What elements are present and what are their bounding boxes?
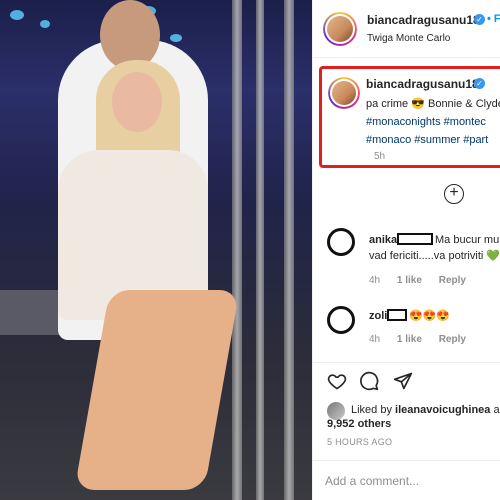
caption-hashtags[interactable]: #monaconights #montec #monaco #summer #p… (366, 116, 488, 146)
comment-likes[interactable]: 1 like (397, 275, 422, 286)
reply-button[interactable]: Reply (439, 334, 466, 345)
commenter-avatar[interactable] (327, 228, 355, 256)
post-side-panel: biancadragusanu18 ✓ • F Twiga Monte Carl… (312, 0, 500, 500)
author-avatar[interactable] (323, 12, 357, 46)
caption-highlight-box: biancadragusanu18 ✓ pa crime 😎 Bonnie & … (319, 66, 500, 168)
send-icon[interactable] (393, 371, 413, 391)
comment-username[interactable]: zoli (369, 310, 387, 322)
photo-woman-face (112, 72, 162, 132)
liked-by-user[interactable]: ileanavoicughinea (395, 404, 490, 416)
decor-light (170, 34, 182, 42)
decor-light (10, 10, 24, 20)
instagram-post-view: biancadragusanu18 ✓ • F Twiga Monte Carl… (0, 0, 500, 500)
caption-username[interactable]: biancadragusanu18 (366, 77, 479, 91)
decor-pillar (256, 0, 264, 500)
caption-body: pa crime 😎 Bonnie & Clyde (366, 98, 500, 110)
comment-text-continued: vad fericiti.....va potriviti 💚 (369, 250, 500, 262)
post-photo[interactable] (0, 0, 312, 500)
post-location[interactable]: Twiga Monte Carlo (367, 33, 450, 44)
decor-pillar (284, 0, 294, 500)
caption-avatar[interactable] (328, 77, 360, 109)
redaction-box (397, 233, 433, 245)
comment-meta: 4h 1 like Reply (369, 275, 480, 286)
redaction-box (387, 309, 407, 321)
commenter-avatar[interactable] (327, 306, 355, 334)
comment-icon[interactable] (359, 371, 379, 391)
comment-likes[interactable]: 1 like (397, 334, 422, 345)
decor-light (40, 20, 50, 28)
caption-text: pa crime 😎 Bonnie & Clyde #monaconights … (366, 95, 500, 149)
likes-others[interactable]: 9,952 others (327, 418, 391, 430)
liked-by-prefix: Liked by (351, 404, 396, 416)
likes-count[interactable]: 9,952 others (327, 418, 391, 430)
post-actions-bar (313, 362, 500, 396)
post-header: biancadragusanu18 ✓ • F Twiga Monte Carl… (313, 0, 500, 58)
decor-pillar (232, 0, 242, 500)
verified-icon: ✓ (474, 14, 485, 25)
comment-username[interactable]: anika (369, 234, 397, 246)
comment-time: 4h (369, 275, 381, 286)
add-comment-input[interactable] (325, 472, 495, 490)
comment-text: 😍😍😍 (409, 310, 451, 322)
heart-icon[interactable] (327, 371, 347, 391)
posted-ago: 5 HOURS AGO (327, 437, 393, 447)
reply-button[interactable]: Reply (439, 275, 466, 286)
liked-by-text: Liked by ileanavoicughinea a (351, 404, 500, 416)
liked-by-suffix: a (490, 404, 500, 416)
author-username[interactable]: biancadragusanu18 (367, 13, 480, 27)
follow-button[interactable]: • F (487, 13, 500, 25)
comment-text: Ma bucur mu (435, 234, 500, 246)
comment-time: 4h (369, 334, 381, 345)
comment-meta: 4h 1 like Reply (369, 334, 480, 345)
caption-time: 5h (374, 151, 386, 162)
add-comment-bar (313, 460, 500, 500)
verified-icon: ✓ (474, 78, 485, 89)
plus-circle-icon[interactable]: + (444, 184, 464, 204)
